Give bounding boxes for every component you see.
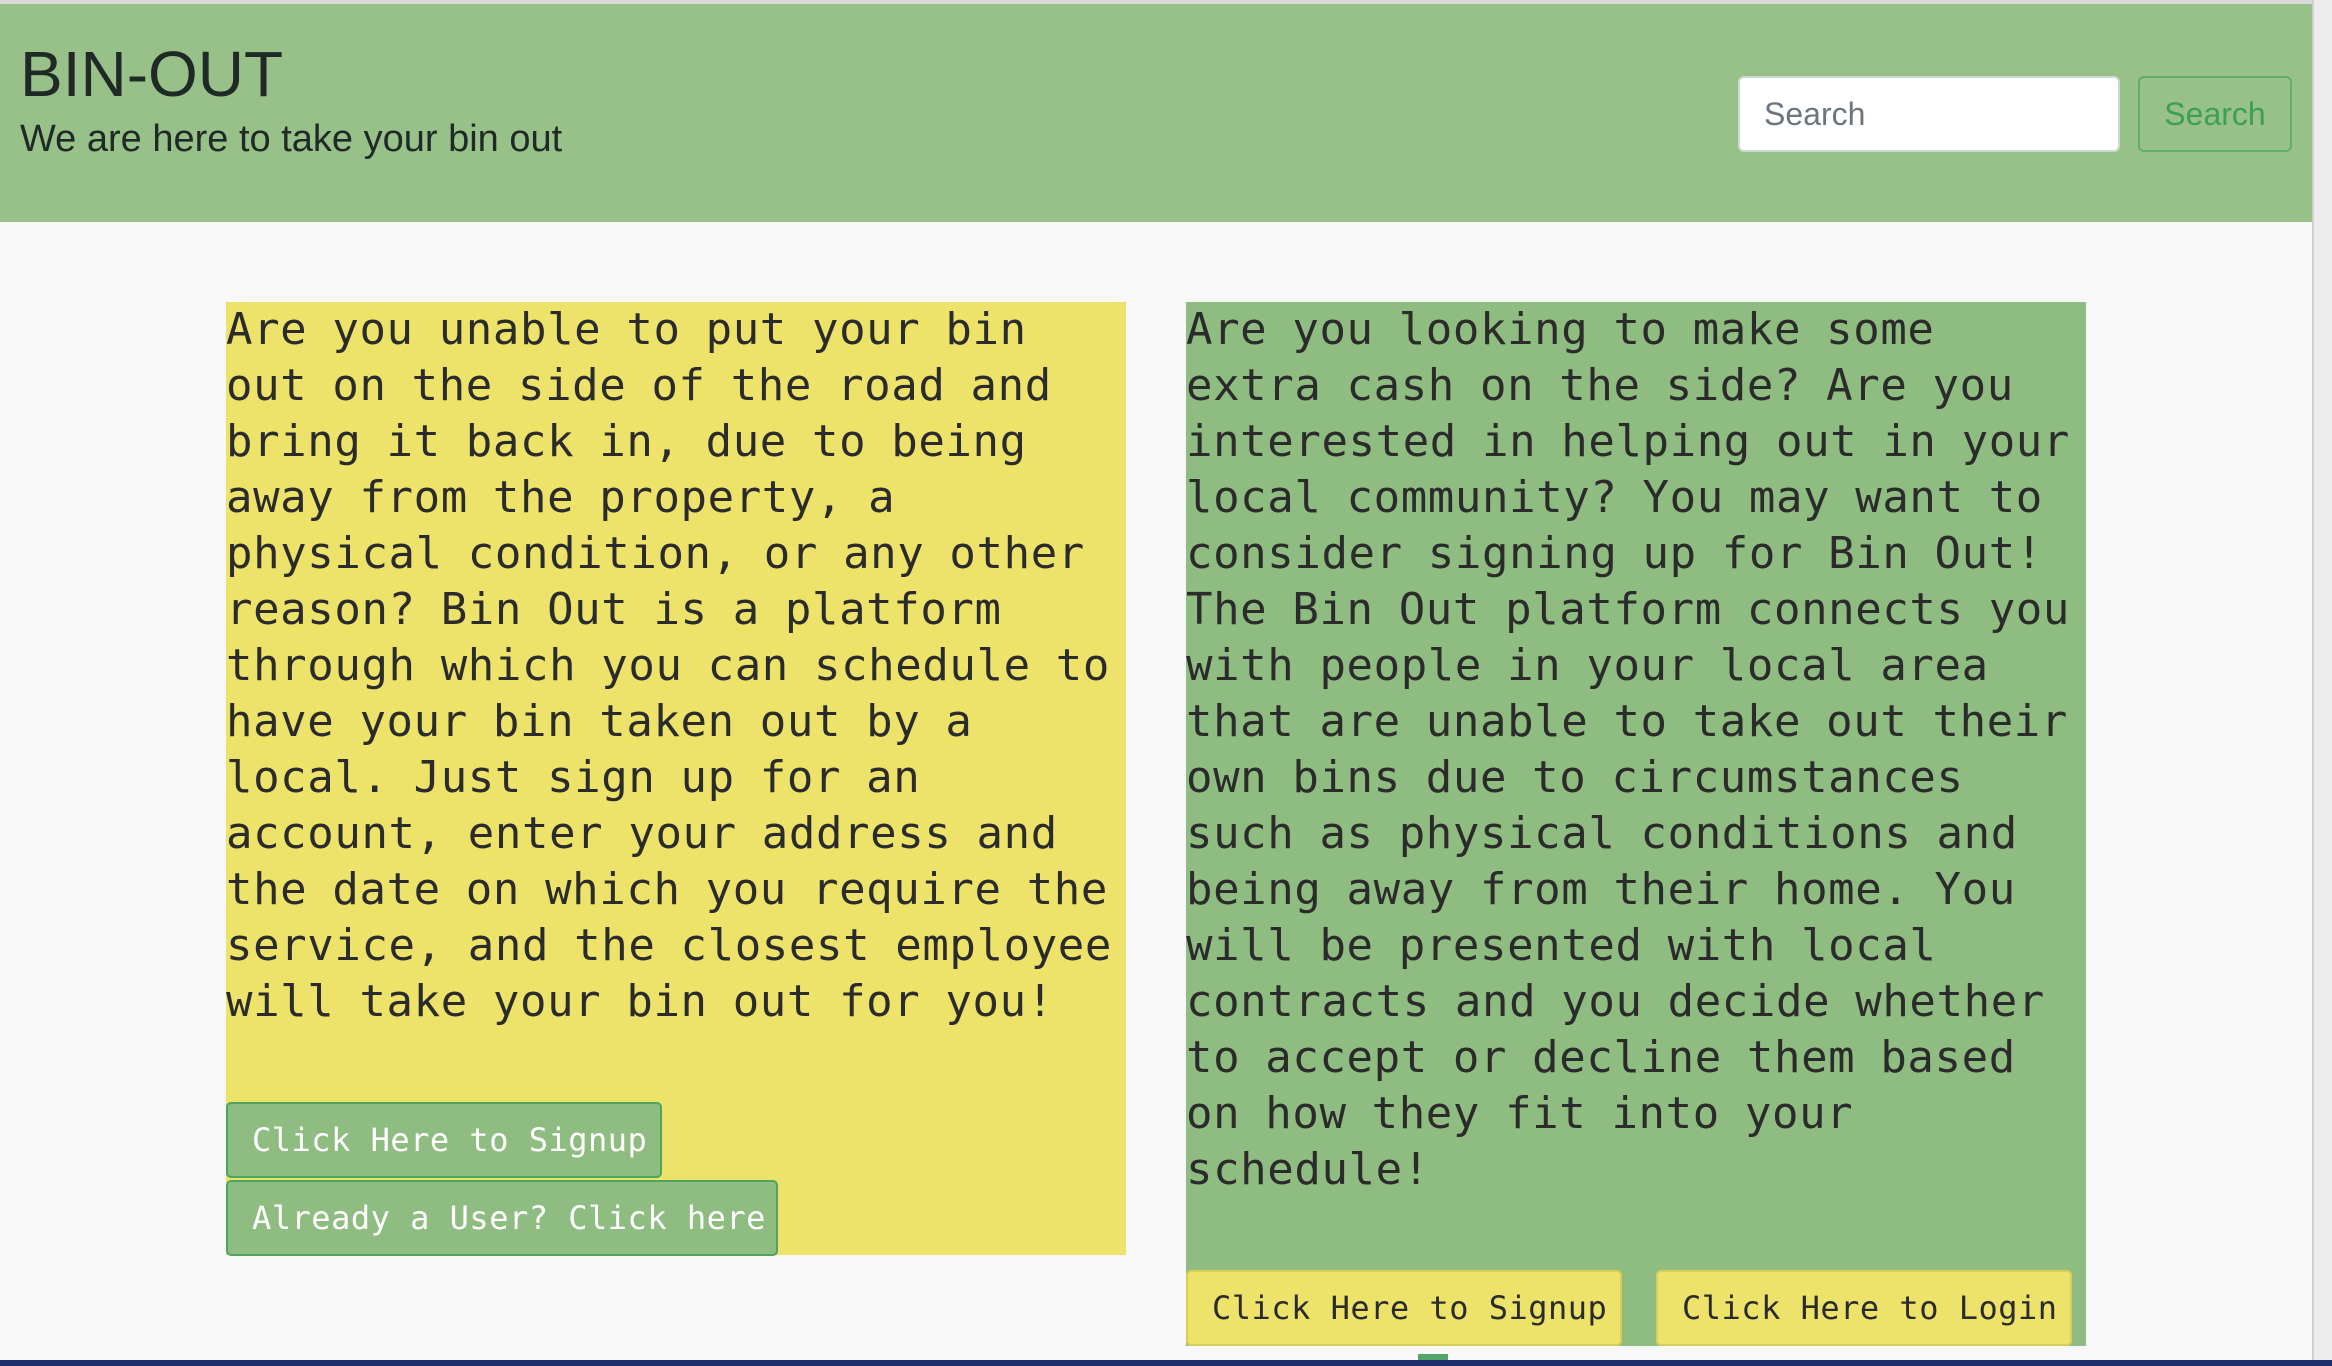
- window-bottom-border: [0, 1360, 2332, 1366]
- worker-info-text: Are you looking to make some extra cash …: [1186, 304, 2070, 1195]
- customer-info-card: Are you unable to put your bin out on th…: [226, 302, 1126, 1256]
- bottom-indicator: [1418, 1354, 1448, 1360]
- worker-signup-button[interactable]: Click Here to Signup: [1186, 1270, 1622, 1346]
- customer-signup-button[interactable]: Click Here to Signup: [226, 1102, 662, 1178]
- worker-login-button[interactable]: Click Here to Login: [1656, 1270, 2072, 1346]
- worker-info-card: Are you looking to make some extra cash …: [1186, 302, 2086, 1346]
- customer-login-button[interactable]: Already a User? Click here: [226, 1180, 778, 1256]
- brand-title: BIN-OUT: [20, 38, 284, 110]
- window-scrollbar[interactable]: [2312, 0, 2332, 1366]
- brand-tagline: We are here to take your bin out: [20, 118, 563, 160]
- site-header: BIN-OUT We are here to take your bin out…: [0, 4, 2312, 222]
- customer-info-text: Are you unable to put your bin out on th…: [226, 304, 1112, 1027]
- search-button[interactable]: Search: [2138, 76, 2292, 152]
- search-input[interactable]: [1738, 76, 2120, 152]
